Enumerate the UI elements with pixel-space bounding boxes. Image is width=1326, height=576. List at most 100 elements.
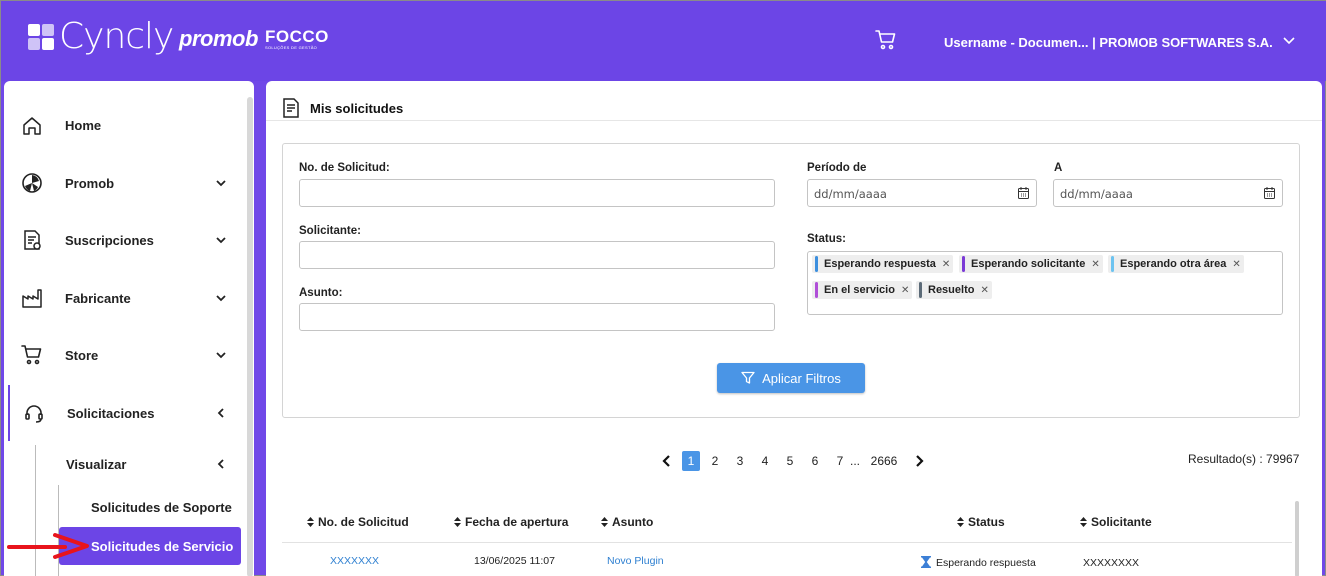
focco-logo: FOCCO SOLUÇÕES DE GESTÃO: [265, 28, 329, 50]
status-multiselect[interactable]: Esperando respuesta ✕ Esperando solicitan…: [807, 251, 1283, 315]
status-chip-label: Resuelto: [928, 284, 975, 296]
headset-icon: [25, 405, 43, 423]
status-cell: Esperando respuesta: [921, 556, 1036, 569]
column-header-request-number[interactable]: No. de Solicitud: [307, 515, 409, 529]
sidebar-item-visualizar[interactable]: Visualizar: [4, 444, 244, 484]
cart-icon[interactable]: [875, 30, 897, 50]
apply-filters-label: Aplicar Filtros: [762, 370, 841, 386]
cyncly-logo[interactable]: Cyncly: [27, 16, 174, 57]
column-header-requester[interactable]: Solicitante: [1080, 515, 1152, 529]
chevron-left-icon: [217, 408, 224, 418]
open-date-cell: 13/06/2025 11:07: [474, 555, 555, 567]
red-arrow-annotation: [7, 533, 89, 559]
sort-icon: [454, 517, 461, 527]
user-account-menu[interactable]: Username - Documen... | PROMOB SOFTWARES…: [944, 35, 1273, 50]
status-chip[interactable]: Resuelto ✕: [916, 281, 992, 299]
sidebar-item-fabricante[interactable]: Fabricante: [4, 278, 244, 318]
sidebar-item-label: Solicitaciones: [67, 405, 155, 421]
chevron-left-icon: [217, 459, 224, 469]
cyncly-logo-mark-icon: [28, 23, 54, 50]
page-button[interactable]: 5: [781, 451, 799, 471]
chevron-down-icon[interactable]: [1282, 33, 1296, 47]
sort-icon: [957, 517, 964, 527]
filter-icon: [741, 371, 755, 384]
subject-label: Asunto:: [299, 287, 343, 299]
close-icon[interactable]: ✕: [1232, 259, 1240, 270]
period-to-label: A: [1054, 162, 1063, 174]
page-ellipsis: ...: [849, 454, 860, 468]
request-number-input[interactable]: [299, 179, 775, 207]
requester-label: Solicitante:: [299, 225, 361, 237]
sidebar-item-suscripciones[interactable]: Suscripciones: [4, 220, 244, 260]
sidebar-item-label: Fabricante: [65, 290, 131, 306]
close-icon[interactable]: ✕: [942, 259, 950, 270]
cyncly-logo-text: Cyncly: [59, 16, 174, 57]
status-chip-label: Esperando respuesta: [824, 258, 936, 270]
column-header-subject[interactable]: Asunto: [601, 515, 653, 529]
table-header-divider: [282, 542, 1292, 543]
column-header-label: No. de Solicitud: [318, 515, 409, 529]
status-text: Esperando respuesta: [936, 557, 1036, 569]
sidebar-item-promob[interactable]: Promob: [4, 163, 244, 203]
factory-icon: [22, 289, 42, 308]
page-button[interactable]: 2: [706, 451, 724, 471]
subscription-icon: [24, 230, 41, 250]
column-header-label: Fecha de apertura: [465, 515, 569, 529]
sidebar-item-label: Promob: [65, 175, 115, 191]
table-scrollbar[interactable]: [1295, 501, 1299, 576]
sidebar: Home Promob Suscripciones Fabricante Sto…: [4, 81, 254, 576]
sidebar-item-solicitaciones[interactable]: Solicitaciones: [4, 393, 244, 433]
sidebar-scrollbar[interactable]: [247, 97, 253, 576]
requester-input[interactable]: [299, 241, 775, 269]
column-header-open-date[interactable]: Fecha de apertura: [454, 515, 568, 529]
status-chip[interactable]: Esperando solicitante ✕: [959, 255, 1103, 273]
sort-icon: [1080, 517, 1087, 527]
calendar-icon[interactable]: [1264, 187, 1275, 199]
sidebar-item-store[interactable]: Store: [4, 335, 244, 375]
request-number-link[interactable]: XXXXXXX: [330, 555, 379, 567]
promob-icon: [22, 173, 42, 193]
status-chip[interactable]: En el servicio ✕: [812, 281, 913, 299]
calendar-icon[interactable]: [1018, 187, 1029, 199]
sidebar-item-solicitudes-soporte[interactable]: Solicitudes de Soporte: [91, 500, 232, 515]
page-button[interactable]: 2666: [869, 451, 899, 471]
period-from-label: Período de: [807, 162, 867, 174]
subject-input[interactable]: [299, 303, 775, 331]
column-header-label: Asunto: [612, 515, 654, 529]
chevron-down-icon: [216, 295, 226, 302]
close-icon[interactable]: ✕: [980, 285, 988, 296]
page-button[interactable]: 3: [731, 451, 749, 471]
main-panel: Mis solicitudes No. de Solicitud: Solici…: [266, 81, 1322, 576]
sort-icon: [307, 517, 314, 527]
chevron-right-icon[interactable]: [914, 454, 924, 468]
page-header: Mis solicitudes: [266, 81, 1322, 121]
status-chip[interactable]: Esperando otra área ✕: [1108, 255, 1244, 273]
status-chip[interactable]: Esperando respuesta ✕: [812, 255, 954, 273]
page-button[interactable]: 6: [806, 451, 824, 471]
chevron-down-icon: [216, 180, 226, 187]
promob-logo: promob: [179, 26, 258, 51]
close-icon[interactable]: ✕: [901, 285, 909, 296]
period-from-input[interactable]: dd/mm/aaaa: [807, 179, 1037, 207]
home-icon: [23, 117, 41, 135]
document-icon: [283, 98, 299, 118]
status-chip-label: Esperando otra área: [1120, 258, 1227, 270]
sidebar-item-label: Store: [65, 347, 99, 363]
chevron-left-icon[interactable]: [662, 454, 672, 468]
sidebar-item-home[interactable]: Home: [4, 105, 244, 145]
requester-cell: XXXXXXXX: [1083, 557, 1140, 569]
column-header-label: Solicitante: [1091, 515, 1152, 529]
sidebar-item-label: Home: [65, 117, 102, 133]
page-button[interactable]: 1: [682, 451, 700, 471]
sidebar-item-label: Visualizar: [66, 456, 127, 472]
period-to-input[interactable]: dd/mm/aaaa: [1053, 179, 1283, 207]
chevron-down-icon: [216, 352, 226, 359]
top-bar: Cyncly promob FOCCO SOLUÇÕES DE GESTÃO U…: [1, 1, 1326, 81]
date-placeholder: dd/mm/aaaa: [1060, 187, 1133, 201]
page-button[interactable]: 4: [756, 451, 774, 471]
column-header-status[interactable]: Status: [957, 515, 1005, 529]
close-icon[interactable]: ✕: [1091, 259, 1099, 270]
sort-icon: [601, 517, 608, 527]
apply-filters-button[interactable]: Aplicar Filtros: [717, 363, 865, 393]
subject-link[interactable]: Novo Plugin: [607, 555, 664, 567]
